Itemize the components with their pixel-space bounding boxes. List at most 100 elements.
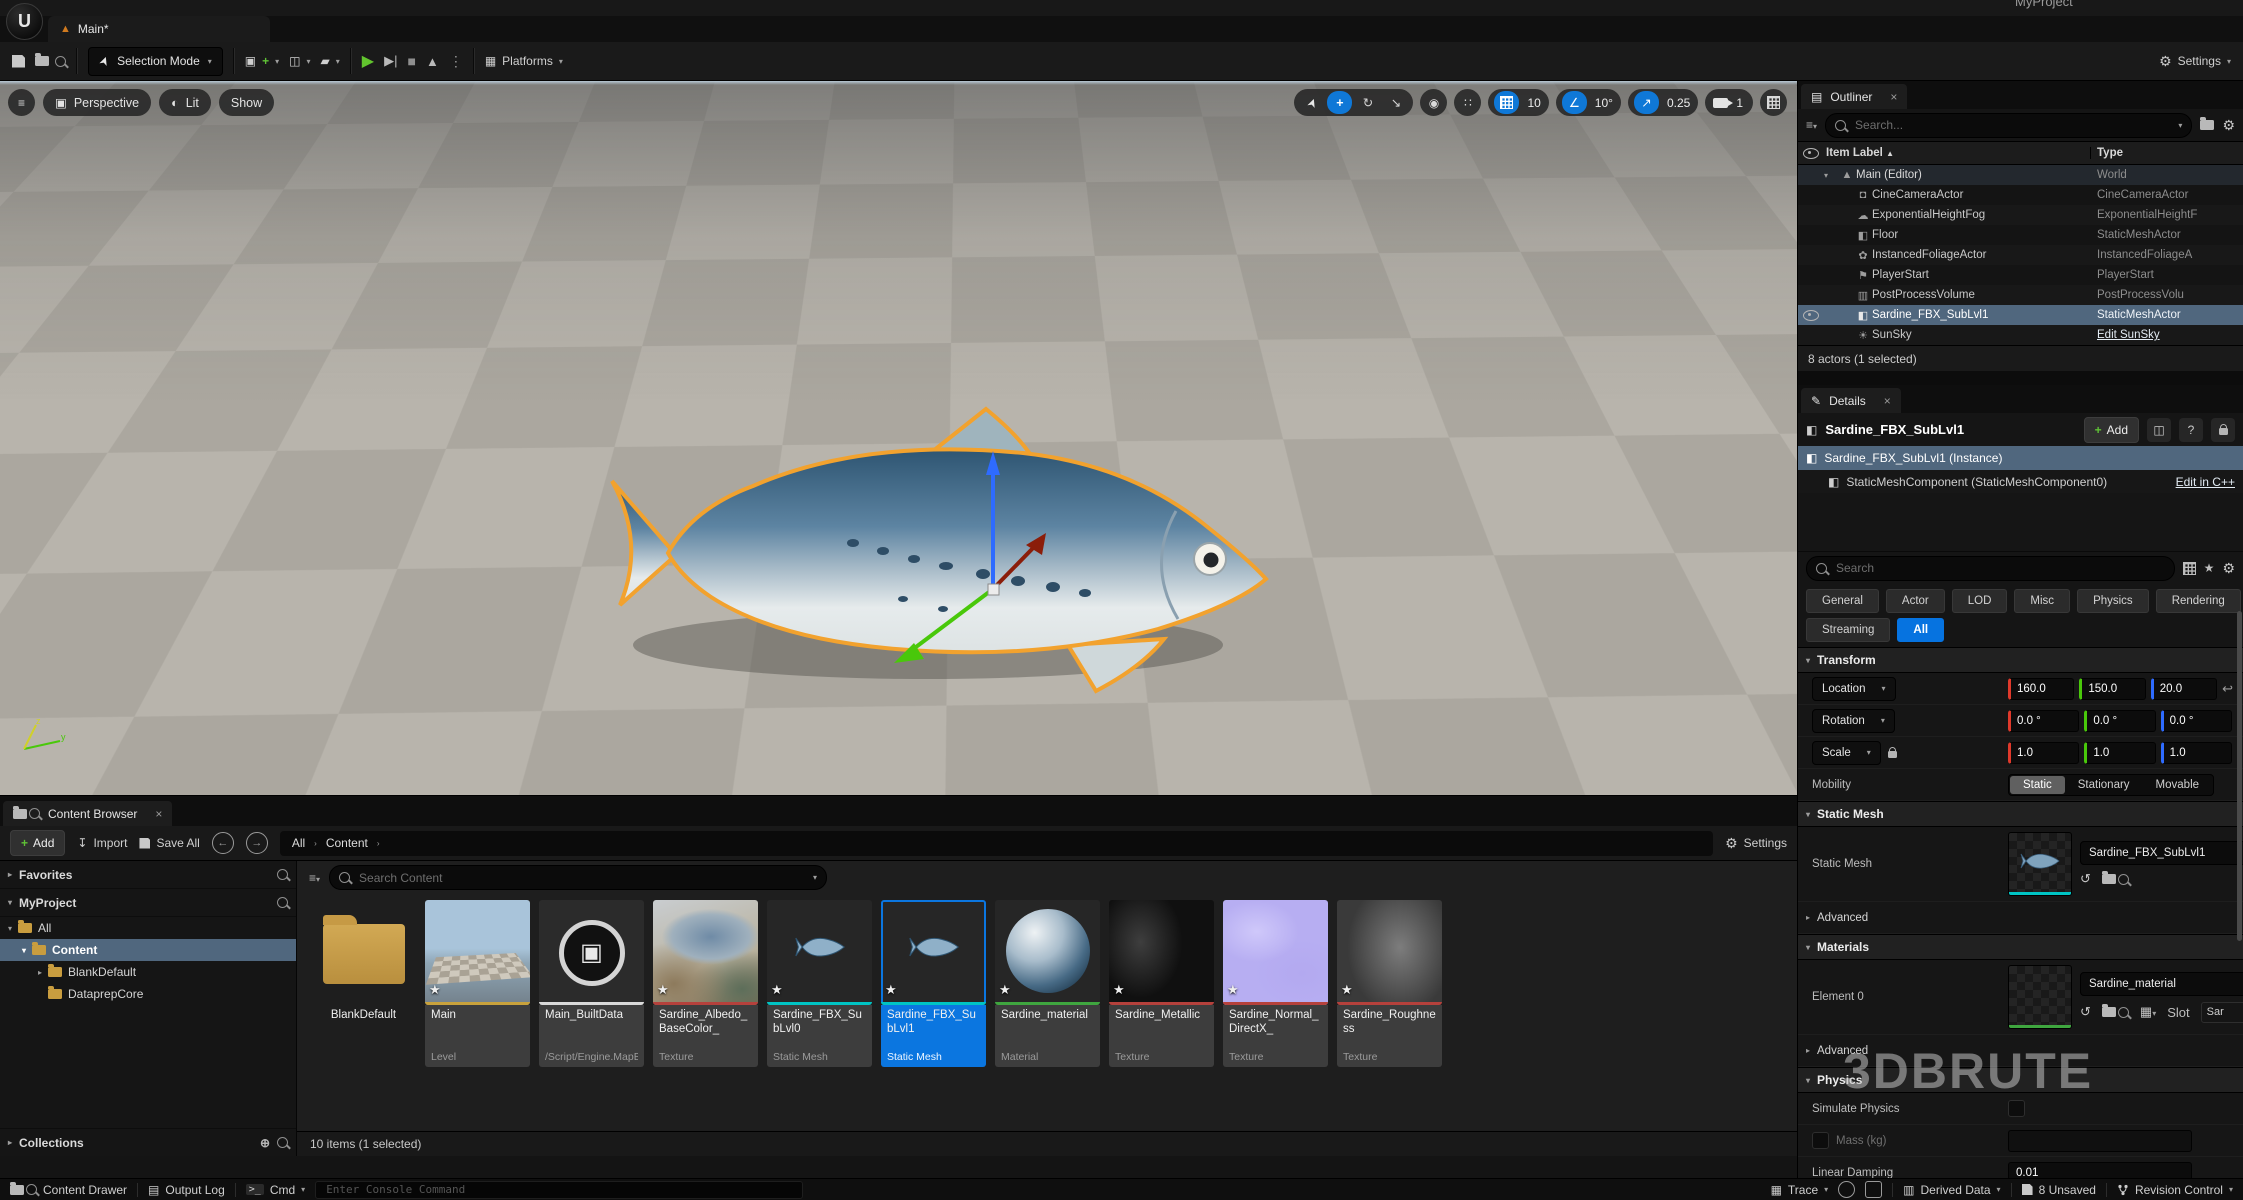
scale-x-field[interactable]: 1.0 <box>2008 742 2079 764</box>
show-dropdown[interactable]: Show <box>219 89 274 116</box>
content-drawer-button[interactable]: Content Drawer <box>10 1183 127 1197</box>
asset-tile[interactable]: ★ Sardine_Normal_DirectX_Texture <box>1223 900 1328 1067</box>
eject-button[interactable]: ▲ <box>426 54 439 69</box>
details-search-input[interactable] <box>1834 560 2165 576</box>
scale-snap-toggle[interactable]: ↗ <box>1634 91 1659 114</box>
section-static-mesh[interactable]: ▾Static Mesh <box>1798 801 2243 827</box>
details-settings-icon[interactable]: ⚙ <box>2222 560 2235 577</box>
surface-snapping-button[interactable]: ∷ <box>1454 89 1481 116</box>
add-collection-icon[interactable]: ⊕ <box>260 1136 270 1150</box>
location-y-field[interactable]: 150.0 <box>2079 678 2145 700</box>
close-icon[interactable]: × <box>155 807 162 821</box>
scale-snap-control[interactable]: ↗ 0.25 <box>1628 89 1698 116</box>
asset-tile[interactable]: ★ Sardine_FBX_SubLvl0Static Mesh <box>767 900 872 1067</box>
filter-chip-physics[interactable]: Physics <box>2077 589 2149 613</box>
search-icon[interactable] <box>277 869 288 880</box>
mass-override-checkbox[interactable] <box>1812 1132 1829 1149</box>
outliner-row[interactable]: ◘ CineCameraActorCineCameraActor <box>1798 185 2243 205</box>
browse-to-asset-icon[interactable] <box>2102 874 2129 885</box>
mobility-movable[interactable]: Movable <box>2143 776 2212 794</box>
add-component-button[interactable]: +Add <box>2084 417 2139 443</box>
asset-tile[interactable]: ▣ Main_BuiltData/Script/Engine.MapBu... <box>539 900 644 1067</box>
component-row-staticmesh[interactable]: ◧ StaticMeshComponent (StaticMeshCompone… <box>1798 470 2243 493</box>
view-mode-dropdown[interactable]: ◐ Lit <box>159 89 211 116</box>
filter-chip-actor[interactable]: Actor <box>1886 589 1945 613</box>
rotation-dropdown[interactable]: Rotation▾ <box>1812 709 1895 733</box>
material-thumbnail[interactable] <box>2008 965 2072 1029</box>
outliner-settings-icon[interactable]: ⚙ <box>2222 117 2235 134</box>
asset-tile-selected[interactable]: ★ Sardine_FBX_SubLvl1Static Mesh <box>881 900 986 1067</box>
blueprints-button[interactable]: ◫▾ <box>289 54 310 68</box>
grid-snap-control[interactable]: 10 <box>1488 89 1548 116</box>
rotation-snap-value[interactable]: 10° <box>1593 96 1615 110</box>
import-button[interactable]: ↧Import <box>77 836 127 850</box>
edit-sunsky-link[interactable]: Edit SunSky <box>2097 329 2160 341</box>
outliner-row[interactable]: ✿ InstancedFoliageActorInstancedFoliageA <box>1798 245 2243 265</box>
material-select[interactable]: Sardine_material▾ <box>2080 972 2243 996</box>
editor-mode-dropdown[interactable]: ➤ Selection Mode ▾ <box>88 47 223 76</box>
play-options-kebab[interactable]: ⋮ <box>449 53 463 70</box>
mobility-static[interactable]: Static <box>2010 776 2065 794</box>
outliner-row-world[interactable]: ▾ ▲ Main (Editor)World <box>1798 165 2243 185</box>
use-selected-icon[interactable]: ↺ <box>2080 871 2091 887</box>
tab-details[interactable]: ✎ Details × <box>1801 388 1901 413</box>
blueprint-convert-button[interactable]: ◫ <box>2147 418 2171 442</box>
new-folder-icon[interactable] <box>2200 120 2214 130</box>
section-transform[interactable]: ▾Transform <box>1798 647 2243 673</box>
rotation-y-field[interactable]: 0.0 ° <box>2084 710 2155 732</box>
sardine-static-mesh[interactable] <box>598 393 1298 703</box>
asset-tile[interactable]: ★ Sardine_RoughnessTexture <box>1337 900 1442 1067</box>
details-search[interactable] <box>1806 556 2175 581</box>
unreal-logo[interactable]: U <box>6 3 43 40</box>
unsaved-button[interactable]: 8 Unsaved <box>2022 1183 2096 1197</box>
back-button[interactable]: ← <box>212 832 234 854</box>
filter-icon[interactable]: ≡▾ <box>1806 118 1817 132</box>
browse-to-asset-icon[interactable] <box>2102 1007 2129 1018</box>
slot-name-field[interactable]: Sar <box>2201 1002 2243 1023</box>
lock-button[interactable] <box>2211 418 2235 442</box>
camera-speed-control[interactable]: 1 <box>1705 89 1753 116</box>
filter-chip-all[interactable]: All <box>1897 618 1944 642</box>
column-item-label[interactable]: Item Label ▲ <box>1824 147 2090 159</box>
section-materials[interactable]: ▾Materials <box>1798 934 2243 960</box>
close-icon[interactable]: × <box>1890 90 1897 104</box>
forward-button[interactable]: → <box>246 832 268 854</box>
outliner-search[interactable]: ▾ <box>1825 113 2192 138</box>
tree-item-content[interactable]: ▾ Content <box>0 939 296 961</box>
project-header[interactable]: ▾ MyProject <box>0 889 296 917</box>
asset-tile[interactable]: ★ Sardine_MetallicTexture <box>1109 900 1214 1067</box>
close-icon[interactable]: × <box>1884 394 1891 408</box>
cmd-dropdown[interactable]: >_ Cmd▾ <box>246 1183 305 1197</box>
details-scrollbar[interactable] <box>2237 611 2242 941</box>
row-advanced-staticmesh[interactable]: ▸ Advanced <box>1798 902 2243 934</box>
outliner-row[interactable]: ☁ ExponentialHeightFogExponentialHeightF <box>1798 205 2243 225</box>
asset-tile[interactable]: ★ Sardine_Albedo_BaseColor_Texture <box>653 900 758 1067</box>
outliner-row[interactable]: ◧ FloorStaticMeshActor <box>1798 225 2243 245</box>
output-log-button[interactable]: ▤ Output Log <box>148 1183 225 1197</box>
platforms-dropdown[interactable]: ▦Platforms▾ <box>485 54 563 68</box>
play-frame-button[interactable]: ▶| <box>384 53 397 69</box>
tab-content-browser[interactable]: Content Browser × <box>3 801 172 826</box>
scale-y-field[interactable]: 1.0 <box>2084 742 2155 764</box>
snapshot-icon[interactable] <box>1865 1181 1882 1198</box>
favorites-header[interactable]: ▸ Favorites <box>0 861 296 889</box>
console-command-input[interactable] <box>324 1182 794 1197</box>
stop-button[interactable]: ■ <box>407 53 415 69</box>
rotation-z-field[interactable]: 0.0 ° <box>2161 710 2232 732</box>
tree-item-dataprepcore[interactable]: DataprepCore <box>0 983 296 1005</box>
tree-item-blankdefault[interactable]: ▸ BlankDefault <box>0 961 296 983</box>
save-button[interactable] <box>12 55 25 68</box>
column-type[interactable]: Type <box>2090 147 2243 159</box>
search-icon[interactable] <box>277 897 288 908</box>
cb-search-input[interactable] <box>357 870 806 886</box>
tab-outliner[interactable]: ▤ Outliner × <box>1801 84 1907 109</box>
perspective-dropdown[interactable]: ▣ Perspective <box>43 89 151 116</box>
filter-chip-general[interactable]: General <box>1806 589 1879 613</box>
cb-add-button[interactable]: +Add <box>10 830 65 856</box>
texture-options-icon[interactable]: ▦▾ <box>2140 1004 2156 1020</box>
tree-item-all[interactable]: ▾ All <box>0 917 296 939</box>
collections-header[interactable]: ▸ Collections ⊕ <box>0 1128 296 1156</box>
scale-z-field[interactable]: 1.0 <box>2161 742 2232 764</box>
world-local-toggle[interactable]: ◉ <box>1420 89 1447 116</box>
use-selected-icon[interactable]: ↺ <box>2080 1004 2091 1020</box>
